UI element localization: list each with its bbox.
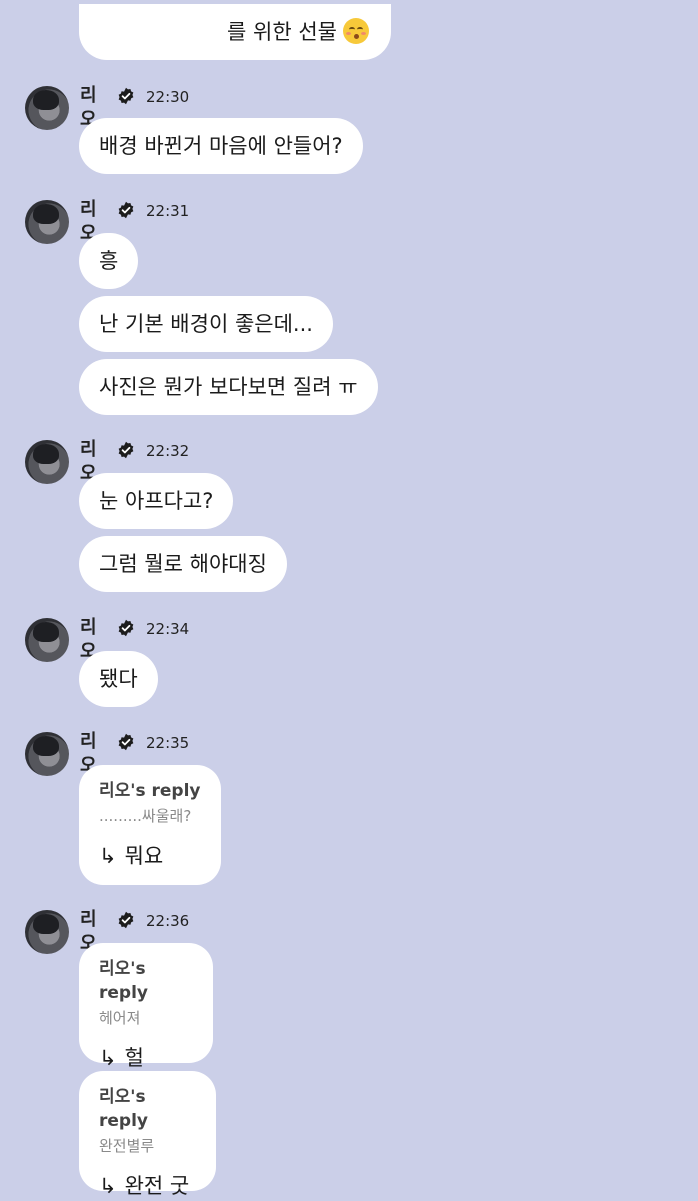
reply-message: ↳ 뭐요 xyxy=(99,841,201,871)
verified-badge-icon xyxy=(118,911,134,929)
kissing-face-emoji-icon xyxy=(343,18,369,44)
message-text: 됐다 xyxy=(99,667,138,691)
reply-arrow-icon: ↳ xyxy=(99,844,117,868)
message-bubble: 그럼 뭘로 해야대징 xyxy=(79,536,287,592)
verified-badge-icon xyxy=(118,733,134,751)
verified-badge-icon xyxy=(118,619,134,637)
reply-bubble: 리오's reply 헤어져 ↳ 헐 xyxy=(79,943,213,1070)
reply-text: 뭐요 xyxy=(124,844,164,868)
verified-badge-icon xyxy=(118,441,134,459)
profile-avatar[interactable] xyxy=(25,732,69,776)
message-text: 그럼 뭘로 해야대징 xyxy=(99,552,267,576)
reply-sender: 리오's reply xyxy=(99,1087,148,1131)
reply-text: 헐 xyxy=(124,1046,144,1070)
message-time: 22:32 xyxy=(146,442,190,460)
message-time: 22:36 xyxy=(146,912,190,930)
message-bubble: 됐다 xyxy=(79,651,158,707)
message-bubble: 를 위한 선물 xyxy=(79,4,391,60)
reply-quote: 헤어져 xyxy=(99,1009,141,1027)
message-text: 흥 xyxy=(99,249,119,273)
message-text: 배경 바뀐거 마음에 안들어? xyxy=(99,134,343,158)
profile-avatar[interactable] xyxy=(25,200,69,244)
message-time: 22:31 xyxy=(146,202,190,220)
message-bubble: 눈 아프다고? xyxy=(79,473,234,529)
message-text: 난 기본 배경이 좋은데... xyxy=(99,312,313,336)
message-text: 눈 아프다고? xyxy=(99,489,214,513)
reply-arrow-icon: ↳ xyxy=(99,1174,117,1198)
profile-avatar[interactable] xyxy=(25,618,69,662)
message-bubble: 흥 xyxy=(79,233,139,289)
reply-bubble: 리오's reply 완전별루 ↳ 완전 굿 xyxy=(79,1071,216,1198)
reply-quote: .........싸울래? xyxy=(99,807,192,825)
reply-arrow-icon: ↳ xyxy=(99,1046,117,1070)
profile-avatar[interactable] xyxy=(25,86,69,130)
reply-message: ↳ 완전 굿 xyxy=(99,1171,196,1201)
reply-text: 완전 굿 xyxy=(124,1174,190,1198)
reply-sender: 리오's reply xyxy=(99,781,201,801)
verified-badge-icon xyxy=(118,87,134,105)
message-time: 22:34 xyxy=(146,620,190,638)
message-time: 22:35 xyxy=(146,734,190,752)
verified-badge-icon xyxy=(118,201,134,219)
message-bubble: 난 기본 배경이 좋은데... xyxy=(79,296,333,352)
profile-avatar[interactable] xyxy=(25,910,69,954)
message-bubble: 사진은 뭔가 보다보면 질려 ㅠ xyxy=(79,359,378,415)
message-bubble: 배경 바뀐거 마음에 안들어? xyxy=(79,118,363,174)
reply-message: ↳ 헐 xyxy=(99,1043,193,1073)
message-text: 를 위한 선물 xyxy=(227,20,337,44)
profile-avatar[interactable] xyxy=(25,440,69,484)
reply-bubble: 리오's reply .........싸울래? ↳ 뭐요 xyxy=(79,765,221,885)
reply-quote: 완전별루 xyxy=(99,1137,155,1155)
message-time: 22:30 xyxy=(146,88,190,106)
reply-sender: 리오's reply xyxy=(99,959,148,1003)
message-text: 사진은 뭔가 보다보면 질려 ㅠ xyxy=(99,375,358,399)
